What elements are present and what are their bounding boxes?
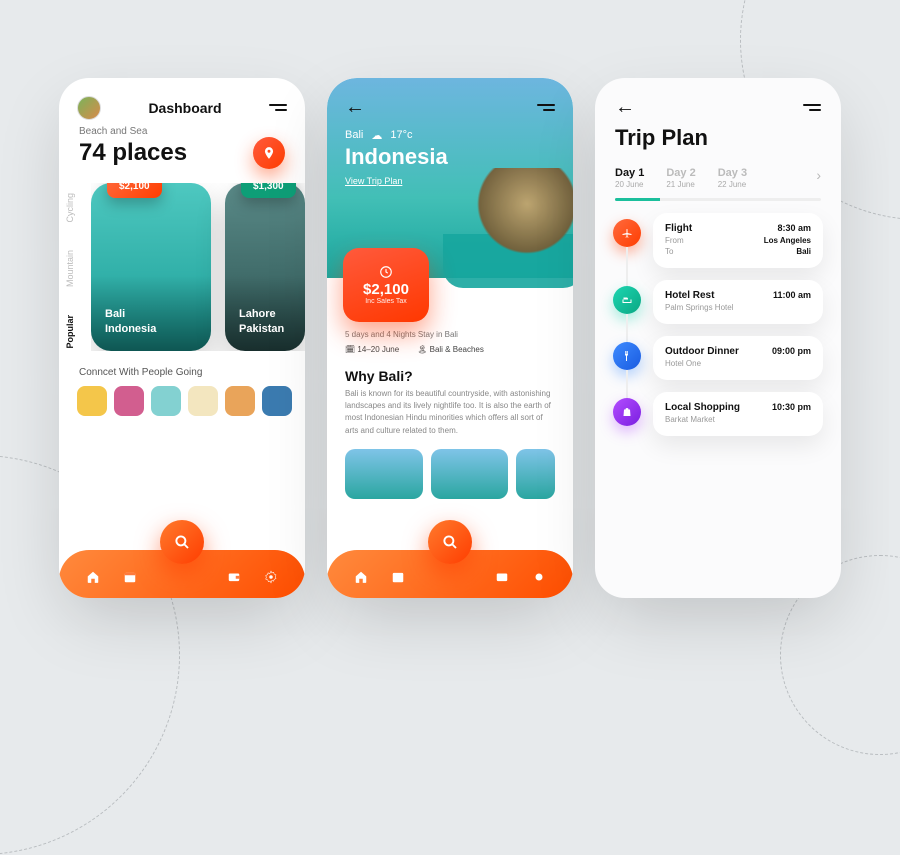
bottom-nav [327,536,573,598]
hero-image: ← Bali ☁ 17°c Indonesia View Trip Plan $… [327,78,573,278]
tag-icon: 🏝 Bali & Beaches [417,345,484,354]
timeline-item-flight[interactable]: Flight8:30 am FromLos Angeles ToBali [613,213,823,268]
calendar-icon: 🗓 14–20 June [345,345,399,354]
tab-popular[interactable]: Popular [65,315,75,349]
dashboard-screen: Dashboard Beach and Sea 74 places Cyclin… [59,78,305,598]
weather-icon: ☁ [371,129,382,142]
bottom-nav [59,536,305,598]
stay-summary: 5 days and 4 Nights Stay in Bali [345,330,555,339]
home-icon[interactable] [354,570,368,584]
screen-title: Trip Plan [595,119,841,151]
thumb[interactable] [345,449,423,499]
day-tab-1[interactable]: Day 1 20 June [615,167,644,190]
location-pin-button[interactable] [253,137,285,169]
hero-illustration [443,168,573,288]
search-fab[interactable] [160,520,204,564]
connect-label: Conncet With People Going [59,351,305,386]
card-subtitle: Indonesia [105,322,156,337]
place-count: 74 places [79,139,187,167]
settings-icon[interactable] [264,570,278,584]
gallery-thumbs[interactable] [327,437,573,499]
day-tab-3[interactable]: Day 3 22 June [718,167,747,190]
people-row[interactable] [59,386,305,416]
menu-icon[interactable] [803,104,821,111]
timeline-item-dinner[interactable]: Outdoor Dinner09:00 pm Hotel One [613,336,823,380]
back-icon[interactable]: ← [345,96,365,119]
timeline: Flight8:30 am FromLos Angeles ToBali Hot… [595,201,841,436]
price-sub: Inc Sales Tax [365,298,407,305]
person-avatar[interactable] [262,386,292,416]
thumb[interactable] [516,449,555,499]
view-trip-plan-link[interactable]: View Trip Plan [345,176,402,186]
menu-icon[interactable] [269,104,287,111]
vertical-tabs[interactable]: Cycling Mountain Popular [65,193,75,349]
fork-icon [613,342,641,370]
card-price: $1,300 [241,183,296,198]
tab-cycling[interactable]: Cycling [65,193,75,223]
person-avatar[interactable] [225,386,255,416]
settings-icon[interactable] [532,570,546,584]
price-card: $2,100 Inc Sales Tax [343,248,429,322]
country-title: Indonesia [345,144,555,170]
card-subtitle: Pakistan [239,322,284,337]
destination-cards[interactable]: $2,100 Bali Indonesia $1,300 Lahore Paki… [91,183,305,351]
screen-title: Dashboard [148,100,221,116]
back-icon[interactable]: ← [615,96,635,119]
price-amount: $2,100 [363,281,409,298]
section-heading: Why Bali? [327,354,573,388]
user-avatar[interactable] [77,96,101,120]
person-avatar[interactable] [151,386,181,416]
timeline-item-hotel[interactable]: Hotel Rest11:00 am Palm Springs Hotel [613,280,823,324]
chevron-right-icon[interactable]: › [816,167,821,183]
clock-icon [379,265,393,279]
day-tab-2[interactable]: Day 2 21 June [666,167,695,190]
card-bali[interactable]: $2,100 Bali Indonesia [91,183,211,351]
calendar-icon[interactable] [391,570,405,584]
location-name: Bali [345,129,363,141]
person-avatar[interactable] [77,386,107,416]
calendar-icon[interactable] [123,570,137,584]
bag-icon [613,398,641,426]
day-tabs[interactable]: Day 1 20 June Day 2 21 June Day 3 22 Jun… [595,151,841,190]
person-avatar[interactable] [188,386,218,416]
home-icon[interactable] [86,570,100,584]
card-lahore[interactable]: $1,300 Lahore Pakistan [225,183,305,351]
trip-plan-screen: ← Trip Plan Day 1 20 June Day 2 21 June … [595,78,841,598]
bed-icon [613,286,641,314]
wallet-icon[interactable] [227,570,241,584]
card-title: Lahore [239,307,284,322]
description-text: Bali is known for its beautiful countrys… [327,388,573,438]
person-avatar[interactable] [114,386,144,416]
plane-icon [613,219,641,247]
category-label: Beach and Sea [59,120,305,137]
search-fab[interactable] [428,520,472,564]
detail-screen: ← Bali ☁ 17°c Indonesia View Trip Plan $… [327,78,573,598]
timeline-item-shopping[interactable]: Local Shopping10:30 pm Barkat Market [613,392,823,436]
wallet-icon[interactable] [495,570,509,584]
thumb[interactable] [431,449,509,499]
temperature: 17°c [390,129,412,141]
menu-icon[interactable] [537,104,555,111]
card-title: Bali [105,307,156,322]
card-price: $2,100 [107,183,162,198]
tab-mountain[interactable]: Mountain [65,250,75,287]
